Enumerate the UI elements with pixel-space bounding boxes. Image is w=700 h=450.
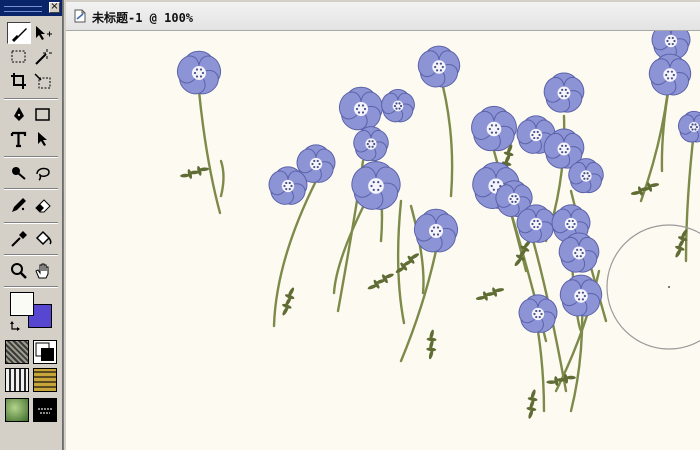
rubber-stamp-tool-button[interactable]: [7, 162, 31, 184]
pointer-icon: [38, 132, 47, 146]
toolbox-divider: [4, 188, 58, 190]
eraser-tool-button[interactable]: [31, 194, 55, 216]
paint-bucket-tool-button[interactable]: [31, 228, 55, 250]
screen-mode-full-button[interactable]: [5, 398, 29, 422]
marquee-tool-button[interactable]: [7, 46, 31, 68]
standard-mode-button[interactable]: [5, 340, 29, 364]
pen-tool-button[interactable]: [7, 104, 31, 126]
nemophila-flower: [417, 45, 461, 88]
nemophila-flower: [413, 208, 459, 253]
leaf-cluster: [367, 273, 394, 290]
pointer-tool-button[interactable]: [31, 128, 55, 150]
leaf-cluster: [180, 166, 210, 179]
flower-stem: [219, 159, 225, 198]
leaf-cluster: [426, 329, 437, 360]
flower-stem: [536, 329, 546, 413]
eyedropper-icon: [11, 231, 27, 247]
slice-icon: [34, 73, 51, 89]
document-titlebar[interactable]: 未标题-1 @ 100%: [66, 2, 700, 31]
crop-icon: [11, 73, 26, 89]
lasso-icon: [36, 167, 50, 181]
pencil-icon: [12, 198, 26, 212]
close-icon[interactable]: ×: [49, 2, 60, 13]
nemophila-flower: [471, 105, 517, 152]
magnifier-icon: [11, 263, 27, 279]
nemophila-flower: [338, 86, 384, 131]
document-icon: [74, 9, 86, 23]
nemophila-flower: [176, 50, 222, 95]
nemophila-flower: [677, 110, 700, 143]
flower-stem: [197, 89, 222, 215]
screen-mode-full-black-button[interactable]: [33, 398, 57, 422]
brush-cursor-center: [668, 286, 670, 288]
text-tool-button[interactable]: [7, 128, 31, 150]
toolbox-divider: [4, 156, 58, 158]
canvas-artwork: [176, 31, 700, 419]
brush-icon: [11, 28, 27, 43]
lasso-tool-button[interactable]: [31, 162, 55, 184]
screen-mode-standard-button[interactable]: [5, 368, 29, 392]
zoom-tool-button[interactable]: [7, 260, 31, 282]
nemophila-flower: [381, 88, 415, 123]
toolbox-divider: [4, 286, 58, 288]
nemophila-flower: [648, 53, 692, 96]
eraser-icon: [35, 199, 51, 213]
hand-icon: [35, 263, 49, 279]
toolbox-divider: [4, 254, 58, 256]
toolbox-divider: [4, 222, 58, 224]
full-screen-icon: [38, 408, 52, 414]
rectangle-tool-button[interactable]: [31, 104, 55, 126]
marquee-icon: [11, 50, 26, 63]
flower-stem: [396, 199, 406, 325]
eyedropper-tool-button[interactable]: [7, 228, 31, 250]
quick-mask-icon: [35, 342, 54, 361]
nemophila-flower: [543, 72, 585, 113]
slice-tool-button[interactable]: [31, 70, 55, 92]
pencil-tool-button[interactable]: [7, 194, 31, 216]
magic-wand-tool-button[interactable]: [31, 46, 55, 68]
foreground-color-swatch[interactable]: [10, 292, 34, 316]
canvas[interactable]: [66, 31, 700, 450]
nemophila-flower: [353, 126, 389, 162]
swap-colors-icon[interactable]: [10, 320, 22, 332]
magic-wand-icon: [35, 49, 52, 65]
document-title: 未标题-1 @ 100%: [92, 11, 194, 25]
pen-icon: [14, 107, 24, 121]
flower-stem: [437, 69, 454, 198]
leaf-cluster: [514, 240, 531, 267]
quick-mask-mode-button[interactable]: [33, 340, 57, 364]
flower-stem: [684, 129, 696, 263]
drag-grip-icon[interactable]: [4, 6, 42, 12]
paint-bucket-icon: [35, 230, 52, 246]
rubber-stamp-icon: [12, 167, 26, 180]
toolbox-panel: ×: [0, 0, 63, 450]
hand-tool-button[interactable]: [31, 260, 55, 282]
toolbox-divider: [4, 98, 58, 100]
rectangle-icon: [35, 108, 50, 121]
text-icon: [10, 131, 27, 148]
crop-tool-button[interactable]: [7, 70, 31, 92]
subselect-tool-button[interactable]: [31, 22, 55, 44]
toolbox-titlebar[interactable]: ×: [0, 0, 62, 16]
screen-mode-menus-button[interactable]: [33, 368, 57, 392]
leaf-cluster: [475, 287, 505, 301]
nemophila-flower: [559, 274, 603, 317]
leaf-cluster: [630, 182, 660, 196]
document-window: 未标题-1 @ 100%: [64, 0, 700, 450]
brush-tool-button[interactable]: [7, 22, 31, 44]
subselect-arrow-icon: [36, 26, 52, 40]
leaf-cluster: [675, 229, 688, 258]
